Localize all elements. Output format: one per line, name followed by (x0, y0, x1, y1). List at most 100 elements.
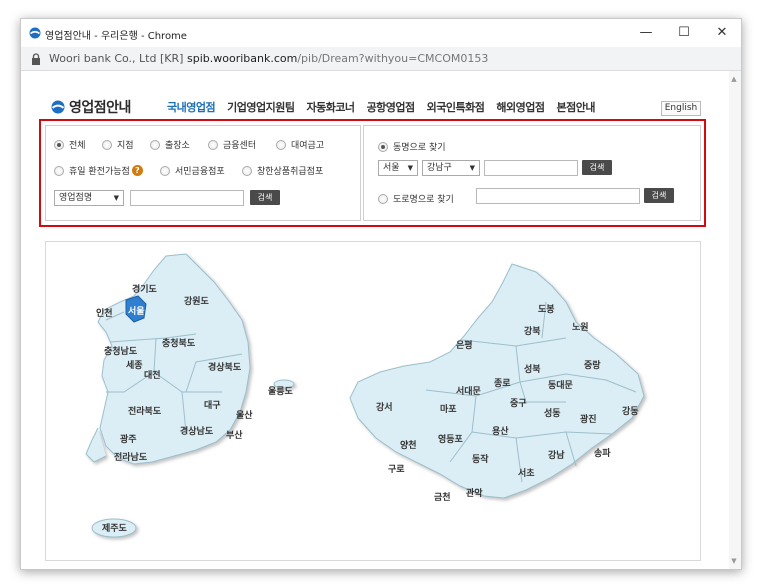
label-daejeon[interactable]: 대전 (144, 369, 161, 381)
radio-branch[interactable]: 지점 (102, 138, 134, 151)
minimize-button[interactable]: — (629, 23, 663, 43)
radio-all[interactable]: 전체 (54, 138, 86, 151)
lock-icon (32, 53, 40, 65)
label-dongdaemun[interactable]: 동대문 (548, 379, 573, 391)
region-search-panel: 동명으로 찾기 서울 ▼ 강남구 ▼ 검색 도로명으로 찾기 검색 (363, 125, 701, 221)
label-guro[interactable]: 구로 (388, 464, 405, 475)
label-seocho[interactable]: 서초 (518, 467, 535, 479)
help-icon[interactable]: ? (131, 165, 143, 176)
nav-domestic-branch[interactable]: 국내영업점 (167, 99, 216, 115)
label-jungnang[interactable]: 중랑 (584, 359, 601, 371)
label-gangbuk[interactable]: 강북 (524, 325, 541, 337)
label-yangcheon[interactable]: 양천 (400, 439, 417, 451)
label-jeonnam[interactable]: 전라남도 (114, 451, 148, 463)
nav-atm-corner[interactable]: 자동화코너 (306, 99, 355, 115)
label-dobong[interactable]: 도봉 (538, 304, 555, 315)
label-gwangjin[interactable]: 광진 (580, 413, 597, 425)
branch-search-button[interactable]: 검색 (250, 190, 280, 205)
chevron-down-icon: ▼ (469, 164, 475, 172)
label-ulsan[interactable]: 울산 (236, 409, 253, 421)
dong-input[interactable] (484, 160, 578, 176)
radio-by-dong-dot (378, 141, 388, 152)
district-select-value: 강남구 (427, 163, 452, 173)
nav-overseas-branch[interactable]: 해외영업점 (496, 99, 545, 115)
radio-product-branch[interactable]: 창한상품취급점포 (242, 164, 323, 177)
english-button[interactable]: English (661, 101, 701, 116)
radio-holiday-exchange-label: 휴일 환전가능점 (69, 167, 130, 177)
label-seoul[interactable]: 서울 (128, 305, 145, 317)
dong-search-button[interactable]: 검색 (582, 160, 612, 175)
label-gangwon[interactable]: 강원도 (184, 295, 210, 307)
label-jongno[interactable]: 종로 (494, 378, 511, 389)
label-jeju[interactable]: 제주도 (102, 522, 128, 534)
label-nowon[interactable]: 노원 (572, 321, 589, 333)
label-gwangju[interactable]: 광주 (120, 433, 137, 445)
radio-holiday-exchange-dot (54, 165, 64, 176)
site-identity: Woori bank Co., Ltd [KR] (49, 52, 184, 65)
page-logo: 영업점안내 (51, 97, 131, 117)
label-gangdong[interactable]: 강동 (622, 405, 639, 417)
window-title: 영업점안내 - 우리은행 - Chrome (45, 31, 187, 42)
radio-sub-branch[interactable]: 출장소 (150, 138, 190, 151)
label-incheon[interactable]: 인천 (96, 308, 113, 319)
label-seongdong[interactable]: 성동 (544, 407, 561, 419)
close-button[interactable]: ✕ (705, 23, 739, 43)
url-text[interactable]: spib.wooribank.com/pib/Dream?withyou=CMC… (187, 52, 488, 65)
radio-by-dong[interactable]: 동명으로 찾기 (378, 140, 446, 153)
radio-by-road[interactable]: 도로명으로 찾기 (378, 192, 454, 205)
radio-microfinance[interactable]: 서민금융점포 (160, 164, 225, 177)
road-input[interactable] (476, 188, 640, 204)
label-seongbuk[interactable]: 성북 (524, 363, 541, 375)
radio-finance-center[interactable]: 금융센터 (208, 138, 256, 151)
label-dongjak[interactable]: 동작 (472, 454, 489, 465)
map-svg: 경기도 인천 서울 강원도 충청북도 충청남도 세종 대전 경상북도 울릉도 전… (85, 253, 645, 538)
label-gangnam[interactable]: 강남 (548, 449, 565, 461)
label-junggu[interactable]: 중구 (510, 398, 527, 409)
district-select[interactable]: 강남구 ▼ (422, 160, 480, 176)
radio-finance-center-label: 금융센터 (223, 141, 257, 151)
radio-microfinance-label: 서민금융점포 (175, 167, 225, 177)
label-chungbuk[interactable]: 충청북도 (162, 337, 196, 349)
label-chungnam[interactable]: 충청남도 (104, 345, 138, 357)
label-daegu[interactable]: 대구 (204, 399, 221, 411)
label-gangseo[interactable]: 강서 (376, 401, 393, 413)
label-gyeongbuk[interactable]: 경상북도 (208, 361, 242, 373)
label-gyeongnam[interactable]: 경상남도 (180, 425, 214, 437)
woori-mark-icon (51, 100, 65, 114)
label-busan[interactable]: 부산 (226, 429, 243, 441)
scroll-up-icon[interactable]: ▲ (727, 73, 741, 85)
radio-safe-deposit-label: 대여금고 (291, 141, 325, 151)
label-songpa[interactable]: 송파 (594, 447, 611, 459)
branch-name-input[interactable] (130, 190, 244, 206)
maximize-button[interactable]: ☐ (667, 23, 701, 43)
chevron-down-icon: ▼ (113, 194, 119, 202)
label-geumcheon[interactable]: 금천 (434, 492, 451, 503)
label-eunpyeong[interactable]: 은평 (456, 339, 473, 351)
label-yongsan[interactable]: 용산 (492, 425, 509, 437)
label-jeonbuk[interactable]: 전라북도 (128, 405, 162, 417)
radio-safe-deposit[interactable]: 대여금고 (276, 138, 324, 151)
vertical-scrollbar[interactable]: ▲ ▼ (727, 71, 741, 569)
radio-holiday-exchange[interactable]: 휴일 환전가능점 ? (54, 164, 143, 177)
road-search-button[interactable]: 검색 (644, 188, 674, 203)
page-title: 영업점안내 (69, 100, 131, 116)
nav-foreigner-branch[interactable]: 외국인특화점 (427, 99, 485, 115)
address-bar[interactable]: Woori bank Co., Ltd [KR] spib.wooribank.… (21, 47, 741, 71)
label-yeongdeungpo[interactable]: 영등포 (438, 433, 464, 445)
label-gwanak[interactable]: 관악 (466, 487, 483, 499)
label-mapo[interactable]: 마포 (440, 403, 457, 415)
nav-corporate-support[interactable]: 기업영업지원팀 (227, 99, 295, 115)
city-select[interactable]: 서울 ▼ (378, 160, 418, 176)
label-seodaemun[interactable]: 서대문 (456, 385, 481, 397)
radio-all-label: 전체 (69, 141, 86, 151)
label-gyeonggi[interactable]: 경기도 (132, 283, 158, 295)
nav-airport-branch[interactable]: 공항영업점 (367, 99, 416, 115)
label-sejong[interactable]: 세종 (126, 359, 143, 371)
page-content: 영업점안내 국내영업점 기업영업지원팀 자동화코너 공항영업점 외국인특화점 해… (21, 71, 729, 569)
label-ulleungdo[interactable]: 울릉도 (268, 385, 294, 397)
radio-by-dong-label: 동명으로 찾기 (393, 143, 446, 153)
branch-name-select[interactable]: 영업점명 ▼ (54, 190, 124, 206)
radio-microfinance-dot (160, 165, 170, 176)
nav-head-office[interactable]: 본점안내 (557, 99, 596, 115)
scroll-down-icon[interactable]: ▼ (727, 555, 741, 567)
